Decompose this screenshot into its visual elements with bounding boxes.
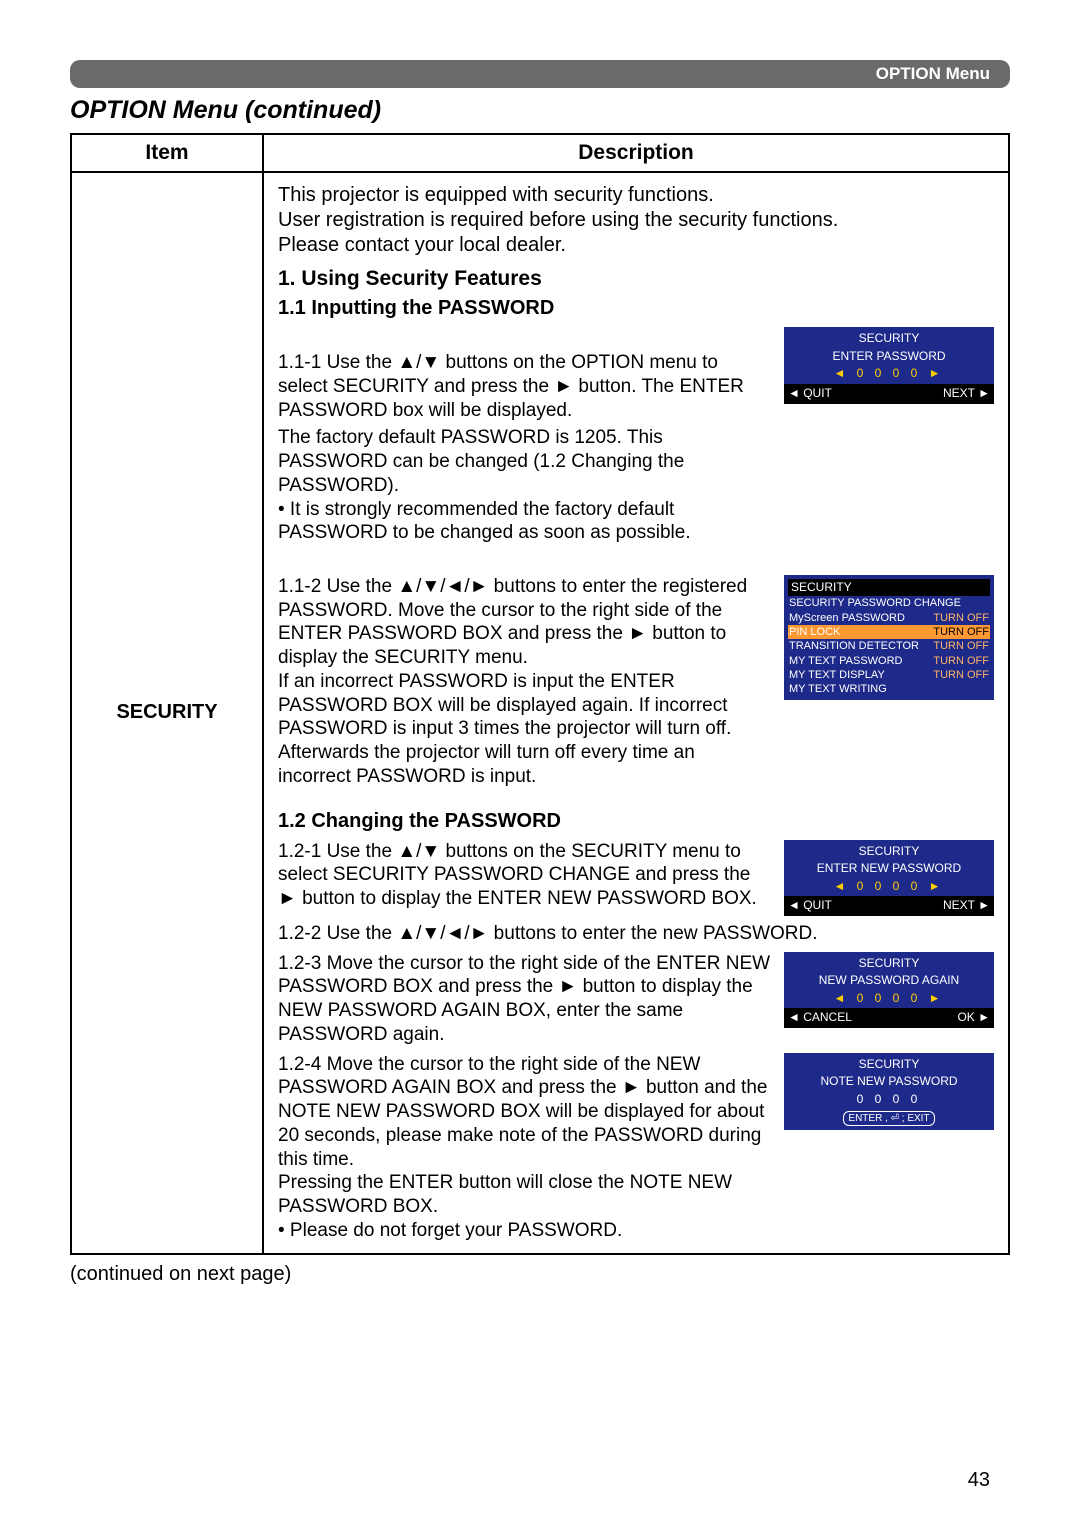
osd-title4: SECURITY — [790, 1057, 988, 1073]
osd-menu-row: MyScreen PASSWORD TURN OFF — [788, 611, 990, 625]
step-121: 1.2-1 Use the ▲/▼ buttons on the SECURIT… — [278, 840, 994, 916]
osd-new-password-again: SECURITY NEW PASSWORD AGAIN ◄ 0 0 0 0 ► … — [784, 952, 994, 1028]
col-header-item: Item — [71, 134, 263, 172]
section-11-title: 1.1 Inputting the PASSWORD — [278, 296, 994, 321]
osd-menu-value: TURN OFF — [933, 625, 989, 639]
osd-title: SECURITY — [790, 331, 988, 347]
step-124-text: 1.2-4 Move the cursor to the right side … — [278, 1053, 772, 1243]
osd-menu-row: PIN LOCK TURN OFF — [788, 625, 990, 639]
step-123: 1.2-3 Move the cursor to the right side … — [278, 952, 994, 1047]
osd-ok: OK ► — [957, 1010, 990, 1026]
osd-menu-row: MY TEXT WRITING — [788, 682, 990, 696]
osd-title2: SECURITY — [790, 844, 988, 860]
osd-new-pw-again: NEW PASSWORD AGAIN — [790, 973, 988, 989]
osd-digits3: ◄ 0 0 0 0 ► — [790, 991, 988, 1007]
osd-menu-row: SECURITY PASSWORD CHANGE — [788, 596, 990, 610]
step-111-text: 1.1-1 Use the ▲/▼ buttons on the OPTION … — [278, 352, 744, 421]
section-12-title: 1.2 Changing the PASSWORD — [278, 809, 994, 834]
osd-menu-row: MY TEXT PASSWORD TURN OFF — [788, 654, 990, 668]
osd-menu-label: SECURITY PASSWORD CHANGE — [789, 596, 961, 610]
osd-note-new-password: SECURITY NOTE NEW PASSWORD 0 0 0 0 ENTER… — [784, 1053, 994, 1131]
continued-text: (continued on next page) — [70, 1263, 1010, 1286]
osd-footer2: ◄ QUIT NEXT ► — [784, 896, 994, 916]
osd-enter-pw: ENTER PASSWORD — [790, 349, 988, 365]
item-name: SECURITY — [71, 172, 263, 1254]
osd-menu-value: TURN OFF — [933, 639, 989, 653]
step-122: 1.2-2 Use the ▲/▼/◄/► buttons to enter t… — [278, 922, 994, 946]
osd-enter-password: SECURITY ENTER PASSWORD ◄ 0 0 0 0 ► ◄ QU… — [784, 327, 994, 403]
step-112-text: 1.1-2 Use the ▲/▼/◄/► buttons to enter t… — [278, 575, 772, 789]
step-124: 1.2-4 Move the cursor to the right side … — [278, 1053, 994, 1243]
osd-quit2: ◄ QUIT — [788, 898, 832, 914]
osd-menu-value: TURN OFF — [933, 611, 989, 625]
step-111-note: The factory default PASSWORD is 1205. Th… — [278, 426, 772, 545]
osd-next2: NEXT ► — [943, 898, 990, 914]
osd-menu-label: TRANSITION DETECTOR — [789, 639, 919, 653]
osd-quit: ◄ QUIT — [788, 386, 832, 402]
page-title: OPTION Menu (continued) — [70, 96, 1010, 125]
osd-menu-label: MyScreen PASSWORD — [789, 611, 905, 625]
osd-title3: SECURITY — [790, 956, 988, 972]
main-table: Item Description SECURITY This projector… — [70, 133, 1010, 1255]
col-header-desc: Description — [263, 134, 1009, 172]
header-bar: OPTION Menu — [70, 60, 1010, 88]
header-label: OPTION Menu — [876, 64, 990, 84]
osd-menu-label: MY TEXT WRITING — [789, 682, 887, 696]
osd-menu-row: TRANSITION DETECTOR TURN OFF — [788, 639, 990, 653]
osd-menu-list: SECURITY PASSWORD CHANGEMyScreen PASSWOR… — [788, 596, 990, 696]
step-122-text: 1.2-2 Use the ▲/▼/◄/► buttons to enter t… — [278, 922, 994, 946]
osd-digits: ◄ 0 0 0 0 ► — [790, 366, 988, 382]
osd-menu-label: MY TEXT PASSWORD — [789, 654, 903, 668]
page-number: 43 — [968, 1469, 990, 1492]
step-112: 1.1-2 Use the ▲/▼/◄/► buttons to enter t… — [278, 575, 994, 789]
osd-menu-value: TURN OFF — [933, 654, 989, 668]
osd-enter-new-password: SECURITY ENTER NEW PASSWORD ◄ 0 0 0 0 ► … — [784, 840, 994, 916]
osd-menu-label: PIN LOCK — [789, 625, 840, 639]
step-123-text: 1.2-3 Move the cursor to the right side … — [278, 952, 772, 1047]
osd-enter-exit: ENTER , ⏎ ; EXIT — [843, 1111, 934, 1126]
osd-note-new: NOTE NEW PASSWORD — [790, 1074, 988, 1090]
osd-footer3: ◄ CANCEL OK ► — [784, 1008, 994, 1028]
osd-menu-row: MY TEXT DISPLAY TURN OFF — [788, 668, 990, 682]
step-111: 1.1-1 Use the ▲/▼ buttons on the OPTION … — [278, 327, 994, 569]
osd-footer: ◄ QUIT NEXT ► — [784, 384, 994, 404]
osd-menu-label: MY TEXT DISPLAY — [789, 668, 885, 682]
intro-text: This projector is equipped with security… — [278, 183, 994, 258]
step-121-text: 1.2-1 Use the ▲/▼ buttons on the SECURIT… — [278, 840, 772, 911]
osd-cancel: ◄ CANCEL — [788, 1010, 852, 1026]
osd-security-menu: SECURITY SECURITY PASSWORD CHANGEMyScree… — [784, 575, 994, 701]
osd-enter-new: ENTER NEW PASSWORD — [790, 861, 988, 877]
description-cell: This projector is equipped with security… — [263, 172, 1009, 1254]
osd-next: NEXT ► — [943, 386, 990, 402]
osd-menu-value: TURN OFF — [933, 668, 989, 682]
osd-menu-title: SECURITY — [788, 579, 990, 597]
section-1-title: 1. Using Security Features — [278, 266, 994, 292]
osd-digits2: ◄ 0 0 0 0 ► — [790, 879, 988, 895]
osd-digits4: 0 0 0 0 — [790, 1092, 988, 1108]
osd-enter-exit-wrap: ENTER , ⏎ ; EXIT — [790, 1110, 988, 1126]
